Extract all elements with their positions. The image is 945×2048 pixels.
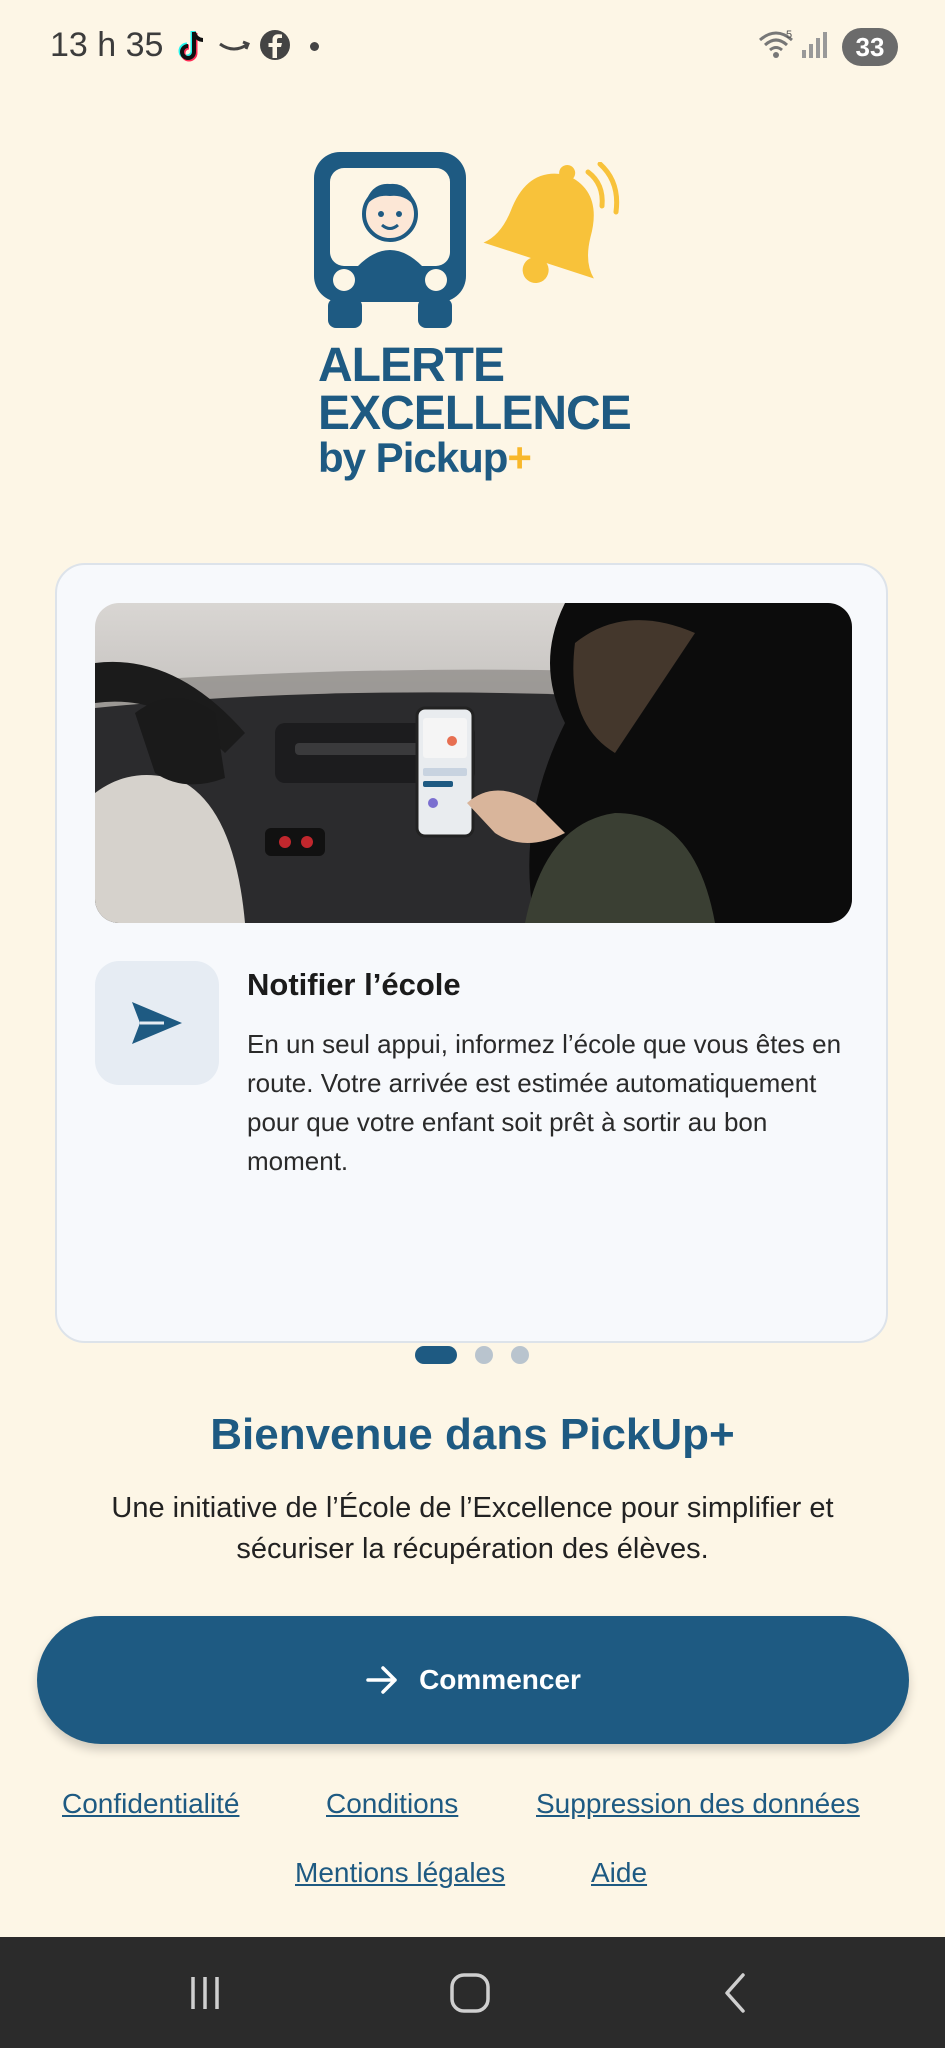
welcome-title: Bienvenue dans PickUp+ [210, 1410, 735, 1459]
back-icon [725, 1972, 745, 2013]
welcome-subtitle: Une initiative de l’École de l’Excellenc… [111, 1492, 834, 1565]
logo-text-alerte: ALERTE [318, 339, 505, 392]
feature-card[interactable]: Notifier l’école En un seul appui, infor… [55, 563, 888, 1343]
svg-text:5: 5 [786, 29, 792, 41]
recent-apps-button[interactable] [145, 1937, 265, 2048]
feature-photo [95, 603, 852, 923]
logo-text-excellence: EXCELLENCE [318, 387, 632, 440]
feature-title: Notifier l’école [247, 967, 461, 1002]
wifi-icon: 5 [759, 29, 793, 58]
logo-plus: + [507, 434, 532, 481]
arrow-right-icon [366, 1666, 397, 1694]
logo-by-pickup: by Pickup [318, 434, 508, 481]
start-button[interactable]: Commencer [37, 1616, 909, 1744]
start-button-label: Commencer [419, 1664, 581, 1695]
data-deletion-link[interactable]: Suppression des données [536, 1788, 860, 1820]
logo-text-pickup: by Pickup+ [318, 434, 532, 482]
send-icon [132, 1002, 182, 1044]
privacy-link[interactable]: Confidentialité [62, 1788, 239, 1820]
help-link[interactable]: Aide [591, 1857, 647, 1889]
bell-icon [483, 162, 620, 284]
system-nav-bar [0, 1937, 945, 2048]
battery-badge: 33 [842, 28, 898, 66]
terms-link[interactable]: Conditions [326, 1788, 458, 1820]
notification-dot-icon [310, 42, 319, 51]
legal-notice-link[interactable]: Mentions légales [295, 1857, 505, 1889]
status-time: 13 h 35 [50, 26, 164, 64]
back-button[interactable] [675, 1937, 795, 2048]
pager-dot-3[interactable] [511, 1346, 529, 1364]
home-button[interactable] [410, 1937, 530, 2048]
signal-icon [802, 32, 827, 58]
home-icon [450, 1972, 490, 2013]
recent-apps-icon [191, 1976, 219, 2009]
feature-icon-box [95, 961, 219, 1085]
pager-dot-1[interactable] [415, 1346, 457, 1364]
feature-description: En un seul appui, informez l’école que v… [247, 1029, 842, 1176]
tiktok-icon [178, 31, 204, 62]
app-logo: ALERTE EXCELLENCE by Pickup+ [310, 148, 632, 488]
driver-phone-photo [95, 603, 852, 923]
facebook-icon [260, 30, 290, 60]
pager-dot-2[interactable] [475, 1346, 493, 1364]
amazon-icon [219, 40, 250, 51]
